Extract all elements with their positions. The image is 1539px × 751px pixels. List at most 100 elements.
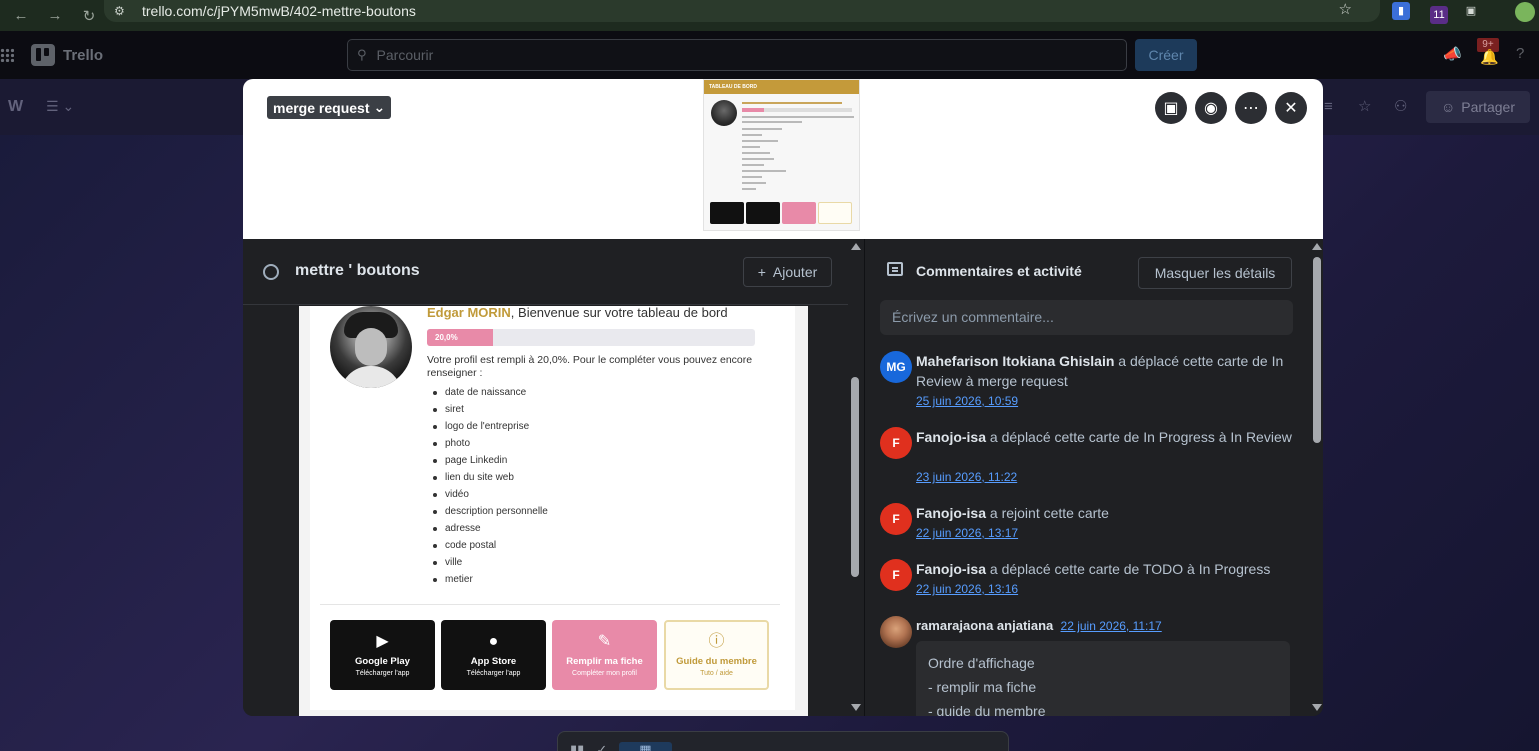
help-icon[interactable]: ? [1516,45,1524,62]
board-view-switcher-icon[interactable]: ☰ ⌄ [46,98,74,115]
profile-avatar-icon[interactable] [1515,2,1535,22]
google-play-button[interactable]: ▶ Google Play Télécharger l'app [330,620,435,690]
comment-icon [887,262,903,276]
attached-screenshot[interactable]: Edgar MORIN, Bienvenue sur votre tableau… [299,306,808,716]
welcome-text: Edgar MORIN, Bienvenue sur votre tableau… [427,306,728,320]
profile-progress-bar: 20,0% [427,329,755,346]
create-button[interactable]: Créer [1135,39,1197,71]
bell-icon[interactable]: 🔔 [1480,48,1499,66]
extension-badge[interactable]: 11 [1430,6,1448,24]
activity-timestamp[interactable]: 22 juin 2026, 13:17 [916,526,1018,540]
image-icon: ▣ [1163,100,1179,117]
bottom-switcher: ▮▮ ✓ ▦ [557,731,1009,751]
site-settings-icon[interactable]: ⚙ [114,4,130,18]
activity-timestamp[interactable]: 25 juin 2026, 10:59 [916,394,1018,408]
comment-author[interactable]: ramarajaona anjatiana [916,618,1053,633]
url-text: trello.com/c/jPYM5mwB/402-mettre-boutons [142,3,416,19]
comment-timestamp[interactable]: 22 juin 2026, 11:17 [1061,619,1162,633]
details-scrollbar[interactable] [849,239,863,716]
welcome-suffix: , Bienvenue sur votre tableau de bord [510,306,728,320]
cover-thumb-avatar [711,100,737,126]
extension-doc-icon[interactable]: ▮ [1392,2,1410,20]
more-actions-button[interactable]: ⋯ [1235,92,1267,124]
scroll-up-icon[interactable] [851,243,861,250]
workspace-initial[interactable]: W [8,98,23,116]
cover-thumb-title: TABLEAU DE BORD [704,80,859,94]
scroll-up-icon[interactable] [1312,243,1322,250]
close-icon: ✕ [1284,100,1298,117]
scroll-thumb[interactable] [1313,257,1321,443]
card-title[interactable]: mettre ' boutons [295,262,420,280]
activity-text: Fanojo-isa a déplacé cette carte de TODO… [916,559,1296,579]
comment-line: - guide du membre [928,703,1046,716]
scroll-down-icon[interactable] [851,704,861,711]
member-avatar[interactable]: F [880,427,912,459]
progress-fill: 20,0% [427,329,493,346]
activity-timestamp[interactable]: 22 juin 2026, 13:16 [916,582,1018,596]
cover-image-button[interactable]: ▣ [1155,92,1187,124]
search-input[interactable]: ⚲ Parcourir [347,39,1127,71]
member-avatar[interactable] [880,616,912,648]
browser-toolbar: ← → ↻ ⚙ trello.com/c/jPYM5mwB/402-mettre… [0,0,1539,31]
trello-wordmark: Trello [63,46,104,64]
missing-field-item: photo [427,435,727,452]
add-button[interactable]: + Ajouter [743,257,832,287]
missing-field-item: vidéo [427,486,727,503]
hide-details-button[interactable]: Masquer les détails [1138,257,1292,289]
forward-icon[interactable]: → [42,7,68,24]
cover-image[interactable]: TABLEAU DE BORD [703,79,860,231]
fill-profile-button[interactable]: ✎ Remplir ma fiche Compléter mon profil [552,620,657,690]
scroll-thumb[interactable] [851,377,859,577]
apple-icon: ● [488,633,499,650]
member-guide-button[interactable]: ⓘ Guide du membre Tuto / aide [664,620,769,690]
member-avatar[interactable]: MG [880,351,912,383]
activity-scrollbar[interactable] [1310,239,1323,716]
activity-author[interactable]: Mahefarison Itokiana Ghislain [916,353,1114,369]
filter-icon[interactable]: ≡ [1324,98,1333,115]
scroll-down-icon[interactable] [1312,704,1322,711]
missing-field-item: description personnelle [427,503,727,520]
mark-complete-checkbox[interactable] [263,264,279,280]
missing-field-item: adresse [427,520,727,537]
activity-header: Commentaires et activité Masquer les dét… [865,257,1305,291]
activity-author[interactable]: Fanojo-isa [916,505,986,521]
trello-logo[interactable]: Trello [31,44,103,66]
reload-icon[interactable]: ↻ [76,7,102,25]
comment-input[interactable]: Écrivez un commentaire... [880,300,1293,335]
dock-board-icon[interactable]: ▦ [619,742,672,751]
trello-header: Trello ⚲ Parcourir Créer 📣 9+ 🔔 ? [0,31,1539,79]
question-circle-icon: ⓘ [708,633,725,650]
missing-field-item: lien du site web [427,469,727,486]
bookmark-star-icon[interactable]: ☆ [1339,0,1352,18]
address-bar[interactable]: ⚙ trello.com/c/jPYM5mwB/402-mettre-bouto… [104,0,1380,22]
app-switcher-icon[interactable] [0,48,14,62]
activity-timestamp[interactable]: 23 juin 2026, 11:22 [916,470,1017,484]
play-store-icon: ▶ [376,633,389,650]
star-board-icon[interactable]: ☆ [1358,97,1371,115]
list-selector[interactable]: merge request ⌄ [267,96,392,119]
dock-planner-icon[interactable]: ✓ [596,742,607,751]
megaphone-icon[interactable]: 📣 [1443,45,1462,63]
chevron-down-icon: ⌄ [373,99,386,115]
activity-author[interactable]: Fanojo-isa [916,561,986,577]
dock-inbox-icon[interactable]: ▮▮ [570,742,584,751]
card-cover: merge request ⌄ TABLEAU DE BORD ▣ ◉ ⋯ ✕ [243,79,1323,239]
card-title-row: mettre ' boutons + Ajouter [243,239,848,305]
missing-field-item: metier [427,571,727,588]
edit-icon: ✎ [597,633,612,650]
member-avatar[interactable]: F [880,503,912,535]
missing-field-item: siret [427,401,727,418]
activity-action: a déplacé cette carte de In Progress à I… [986,429,1292,445]
missing-field-item: logo de l'entreprise [427,418,727,435]
member-avatar[interactable]: F [880,559,912,591]
member-guide-subtitle: Tuto / aide [700,670,733,677]
share-button[interactable]: ☺ Partager [1426,91,1530,123]
extensions-puzzle-icon[interactable]: ▣ [1462,2,1480,20]
activity-text: Fanojo-isa a rejoint cette carte [916,503,1296,523]
close-button[interactable]: ✕ [1275,92,1307,124]
watch-button[interactable]: ◉ [1195,92,1227,124]
back-icon[interactable]: ← [8,7,34,24]
members-icon[interactable]: ⚇ [1394,97,1407,115]
activity-author[interactable]: Fanojo-isa [916,429,986,445]
app-store-button[interactable]: ● App Store Télécharger l'app [441,620,546,690]
